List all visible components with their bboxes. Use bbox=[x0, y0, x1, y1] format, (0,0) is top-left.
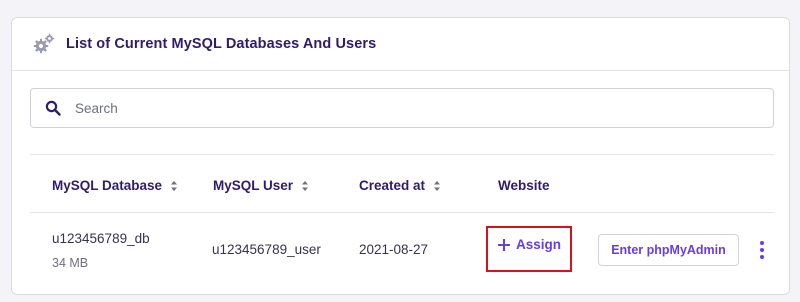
column-header-label: Website bbox=[498, 178, 550, 193]
database-size: 34 MB bbox=[52, 256, 89, 270]
search-icon bbox=[45, 100, 61, 116]
column-header-website: Website bbox=[498, 178, 550, 193]
column-header-label: Created at bbox=[359, 178, 426, 193]
sort-icon[interactable] bbox=[170, 180, 178, 192]
sort-icon[interactable] bbox=[433, 180, 441, 192]
databases-card: List of Current MySQL Databases And User… bbox=[11, 17, 790, 295]
search-input[interactable] bbox=[75, 100, 755, 116]
column-header-mysql-database[interactable]: MySQL Database bbox=[52, 178, 178, 193]
more-options-icon[interactable] bbox=[758, 240, 766, 260]
table-header-divider bbox=[30, 212, 774, 213]
mysql-user: u123456789_user bbox=[212, 242, 321, 257]
column-header-created-at[interactable]: Created at bbox=[359, 178, 441, 193]
created-at: 2021-08-27 bbox=[359, 242, 429, 257]
assign-label: Assign bbox=[516, 237, 562, 252]
page-title: List of Current MySQL Databases And User… bbox=[66, 36, 377, 52]
enter-phpmyadmin-button[interactable]: Enter phpMyAdmin bbox=[598, 234, 739, 266]
assign-website-button[interactable]: Assign bbox=[497, 237, 561, 252]
card-header: List of Current MySQL Databases And User… bbox=[12, 18, 789, 71]
search-box[interactable] bbox=[30, 88, 774, 128]
sort-icon[interactable] bbox=[301, 180, 309, 192]
table-divider bbox=[30, 154, 774, 155]
plus-icon bbox=[497, 238, 511, 252]
column-header-mysql-user[interactable]: MySQL User bbox=[213, 178, 309, 193]
gears-icon bbox=[32, 32, 56, 56]
column-header-label: MySQL User bbox=[213, 178, 294, 193]
column-header-label: MySQL Database bbox=[52, 178, 163, 193]
database-name: u123456789_db bbox=[52, 231, 150, 246]
